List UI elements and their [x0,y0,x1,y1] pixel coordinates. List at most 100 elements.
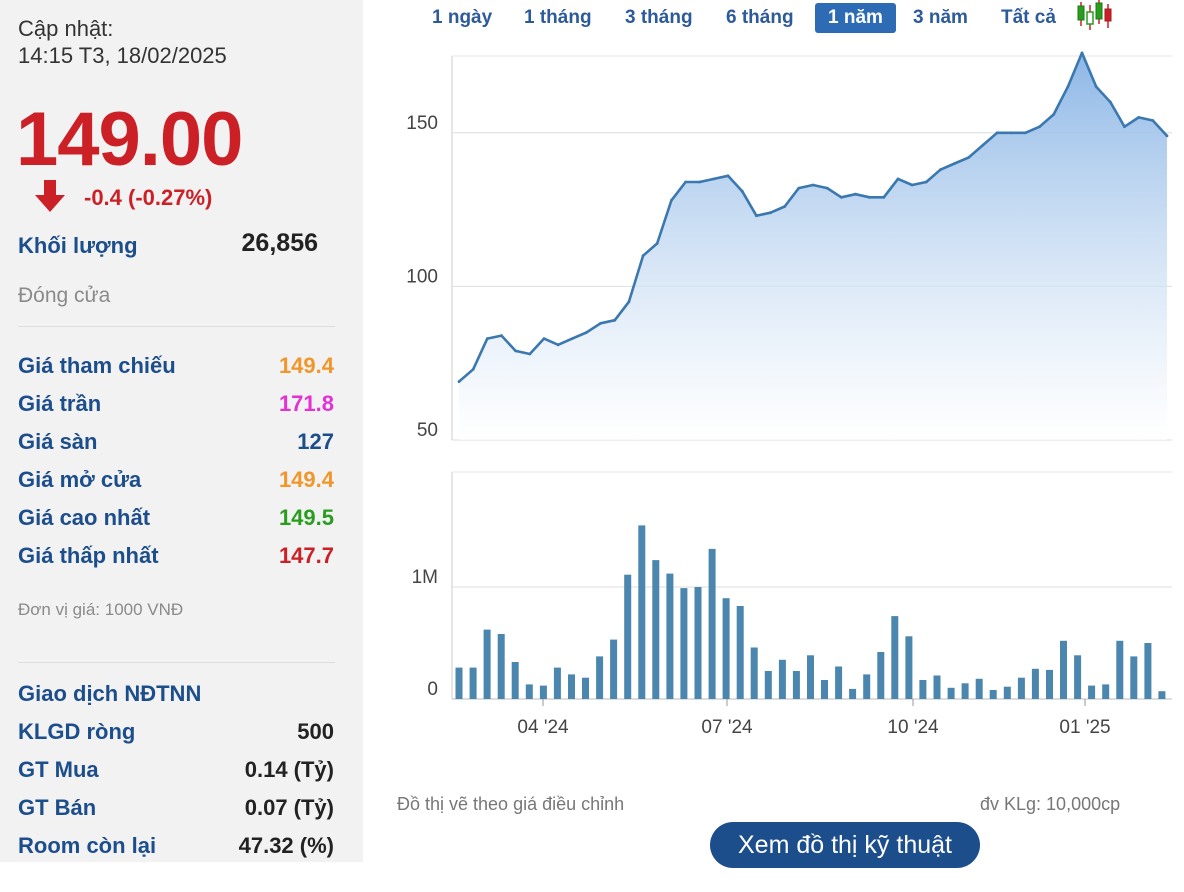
adjusted-price-note: Đồ thị vẽ theo giá điều chỉnh [397,794,625,814]
price-point [726,174,730,178]
price-point [825,186,829,190]
price-point [981,143,985,147]
price-point [613,318,617,322]
volume-bar [638,525,646,699]
price-point [811,183,815,187]
price-point [1009,131,1013,135]
volume-bar [849,688,857,699]
volume-bar [483,629,491,699]
volume-bar [652,560,660,699]
price-point [755,214,758,218]
volume-unit-note: đv KLg: 10,000cp [980,794,1121,814]
volume-bar [497,634,505,699]
price-point [1080,51,1084,55]
volume-bar [1130,656,1138,699]
x-tick-label: 04 '24 [517,717,569,738]
volume-bar [708,548,716,699]
technical-chart-button[interactable]: Xem đồ thị kỹ thuật [710,822,980,868]
volume-bar [919,680,927,699]
price-point [953,162,956,165]
price-point [1123,125,1126,129]
volume-bar [905,636,913,699]
price-y-tick-label: 50 [417,420,438,441]
volume-bar [1158,691,1166,699]
price-y-tick-label: 100 [406,266,438,287]
price-point [698,180,702,184]
price-point [670,199,673,202]
volume-bar [933,675,941,699]
volume-bar [750,647,758,699]
volume-bar [961,683,969,699]
volume-bar [1074,655,1082,699]
price-point [1137,116,1141,119]
price-point [457,380,461,383]
price-point [1109,100,1112,104]
x-tick-label: 10 '24 [887,717,939,738]
x-tick-label: 01 '25 [1059,717,1110,738]
price-point [655,242,659,245]
volume-bar [821,680,828,699]
volume-bar [778,659,786,699]
foreign-row-value: 0.07 (Tỷ) [244,795,334,820]
volume-bar [947,687,955,699]
volume-bar [582,677,589,699]
volume-bar [1116,640,1124,699]
volume-bar [539,685,547,699]
volume-bar [989,690,997,699]
price-point [924,180,928,184]
volume-bar [694,587,702,699]
price-point [1052,113,1056,116]
volume-bar [736,606,744,699]
price-volume-chart[interactable]: 50 100 150 0 1M 04 '24 07 '24 10 '24 01 '25 [0,0,1184,780]
price-point [995,131,999,135]
volume-bar [680,588,688,699]
price-point [556,343,560,347]
price-point [1066,85,1070,89]
volume-bar [835,666,843,699]
volume-bar [975,678,983,699]
volume-bar [891,616,899,699]
price-point [1151,119,1155,122]
volume-bar [511,662,519,699]
price-point [868,195,871,199]
volume-bar [1144,643,1152,699]
price-point [641,254,645,258]
price-y-tick-label: 150 [406,113,438,134]
volume-bar [525,684,533,699]
volume-bar [807,655,814,699]
price-point [528,352,532,356]
volume-bar [792,671,800,699]
volume-bar [1003,686,1011,699]
volume-bar [666,573,674,699]
volume-bar [568,674,575,699]
volume-bar [722,598,730,699]
price-point [627,300,631,304]
price-point [839,195,843,199]
volume-bar [1060,640,1067,699]
volume-bar [624,574,632,699]
price-point [783,205,787,208]
volume-bar [1046,669,1053,699]
price-point [882,195,886,199]
foreign-row-label: GT Bán [18,795,97,820]
price-point [471,367,475,371]
foreign-row-label: Room còn lại [18,833,157,858]
foreign-row-value: 47.32 (%) [238,833,334,858]
volume-bar [764,671,772,699]
price-point [542,337,546,340]
volume-bar [1017,677,1025,699]
price-point [712,177,716,181]
price-point [1038,125,1041,129]
price-point [570,337,574,340]
volume-bar [596,656,604,699]
price-point [1094,85,1098,89]
price-point [740,189,744,193]
price-point [896,177,900,181]
volume-bar [455,667,463,699]
volume-bar [553,667,561,699]
volume-y-tick-label: 1M [412,567,438,588]
volume-bar [877,652,885,699]
price-point [485,337,489,340]
price-point [1024,131,1027,135]
volume-bar [1102,684,1110,699]
